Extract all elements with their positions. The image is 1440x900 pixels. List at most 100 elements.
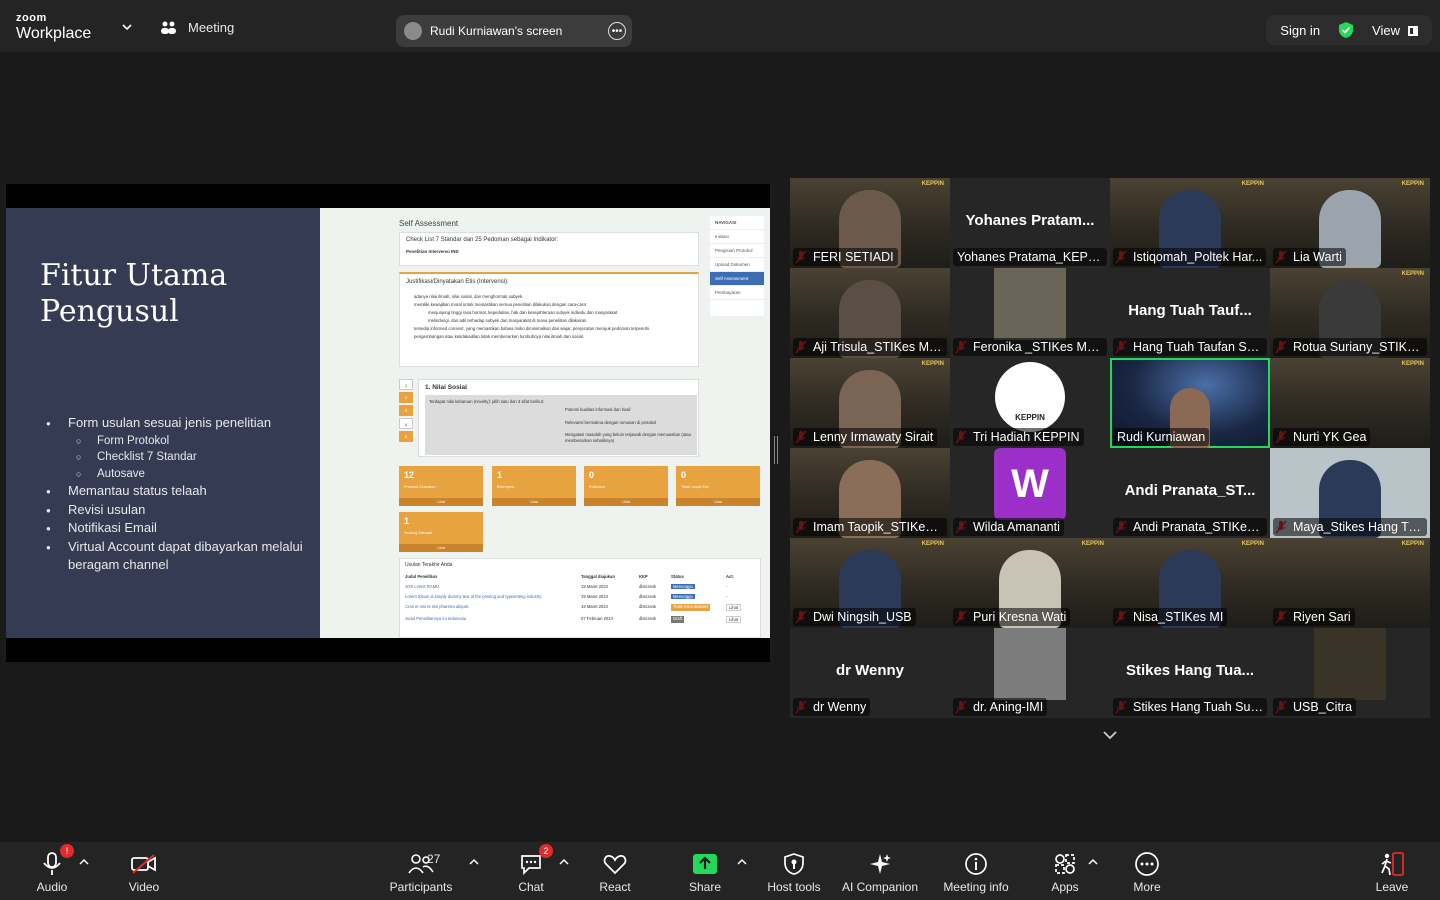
- chevron-down-icon[interactable]: [120, 22, 134, 32]
- apps-button[interactable]: Apps: [1020, 850, 1110, 894]
- participant-tile[interactable]: dr. Aning-IMI: [950, 628, 1110, 718]
- participant-tile[interactable]: dr Wenny dr Wenny: [790, 628, 950, 718]
- chevron-up-icon[interactable]: [737, 858, 747, 866]
- table-cell[interactable]: Lorem Ipsum is simply dummy text of the …: [405, 594, 581, 599]
- bullet: Virtual Account dapat dibayarkan melalui…: [46, 538, 316, 575]
- participant-tile-active-speaker[interactable]: Rudi Kurniawan: [1110, 358, 1270, 448]
- participant-name: Aji Trisula_STIKes Me...: [793, 338, 947, 356]
- participant-name: Yohanes Pratama_KEPPIN: [953, 248, 1107, 266]
- stat-value: 0: [681, 470, 687, 480]
- participant-tile[interactable]: KEPPIN Rotua Suriany_STIKes...: [1270, 268, 1430, 358]
- participant-tile[interactable]: Maya_Stikes Hang Tu...: [1270, 448, 1430, 538]
- step[interactable]: 1: [399, 379, 413, 390]
- chevron-up-icon[interactable]: [469, 858, 479, 866]
- radio-option[interactable]: Relevansi bermakna dengan rumusan di pro…: [565, 416, 693, 429]
- stat-link[interactable]: Lihat: [676, 498, 760, 506]
- step[interactable]: 5: [399, 431, 413, 442]
- participant-tile[interactable]: W Wilda Amananti: [950, 448, 1110, 538]
- shared-screen[interactable]: Fitur Utama Pengusul Form usulan sesuai …: [6, 184, 770, 662]
- table-cell[interactable]: Judul Penelitiannya ini Indonesia: [405, 616, 581, 623]
- participant-tile[interactable]: KEPPIN Nisa_STIKes MI: [1110, 538, 1270, 628]
- participant-tile[interactable]: Feronika _STIKes Me...: [950, 268, 1110, 358]
- sign-in-button[interactable]: Sign in: [1280, 23, 1320, 38]
- participant-tile[interactable]: Imam Taopik_STIKes ...: [790, 448, 950, 538]
- table-cell[interactable]: JOS LANG RAMU: [405, 584, 581, 589]
- stat-label: Fullboard: [589, 485, 605, 489]
- sub-bullet: Autosave: [46, 466, 316, 483]
- more-options-icon[interactable]: •••: [608, 22, 626, 40]
- view-button[interactable]: Lihat: [726, 604, 742, 611]
- chevron-up-icon[interactable]: [1088, 858, 1098, 866]
- nav-item-self-assessment[interactable]: Self Assessment: [710, 272, 764, 286]
- chat-button[interactable]: 2 Chat: [486, 844, 576, 894]
- stat-link[interactable]: Lihat: [584, 498, 668, 506]
- stat-tile[interactable]: 1 Exempted Lihat: [492, 466, 576, 506]
- meeting-info-button[interactable]: Meeting info: [931, 850, 1021, 894]
- stat-tile[interactable]: 1 Sedang Ditelaah Lihat: [399, 512, 483, 552]
- nav-item-upload[interactable]: Upload Dokumen: [710, 258, 764, 272]
- step[interactable]: 3: [399, 405, 413, 416]
- slide-title-line1: Fitur Utama: [40, 258, 228, 293]
- participant-tile[interactable]: Yohanes Pratam... Yohanes Pratama_KEPPIN: [950, 178, 1110, 268]
- step[interactable]: 4: [399, 418, 413, 429]
- stat-link[interactable]: Lihat: [399, 544, 483, 552]
- usulan-title: Usulan Terakhir Anda: [405, 562, 453, 568]
- participant-tile[interactable]: KEPPIN Puri Kresna Wati: [950, 538, 1110, 628]
- leave-button[interactable]: Leave: [1347, 850, 1437, 894]
- stat-link[interactable]: Lihat: [492, 498, 576, 506]
- shield-check-icon[interactable]: [1338, 21, 1354, 39]
- nav-item-protokol[interactable]: Pengisian Protokol: [710, 244, 764, 258]
- stat-link[interactable]: Lihat: [399, 498, 483, 506]
- participant-tile[interactable]: Hang Tuah Tauf... Hang Tuah Taufan Su...: [1110, 268, 1270, 358]
- chevron-down-icon[interactable]: [1100, 726, 1120, 744]
- participant-tile[interactable]: Stikes Hang Tua... Stikes Hang Tuah Sur.…: [1110, 628, 1270, 718]
- slide-screenshot-panel: Self Assessment Check List 7 Standar dan…: [320, 208, 770, 638]
- stat-tile[interactable]: 0 Tidak Layak Etik Lihat: [676, 466, 760, 506]
- participant-tile[interactable]: KEPPIN Istiqomah_Poltek Har...: [1110, 178, 1270, 268]
- participants-button[interactable]: 27 Participants: [376, 850, 466, 894]
- participant-tile[interactable]: USB_Citra: [1270, 628, 1430, 718]
- step[interactable]: 2: [399, 392, 413, 403]
- video-button[interactable]: Video: [99, 850, 189, 894]
- radio-option[interactable]: Potensi kualitas informasi dan hasil: [565, 403, 693, 416]
- more-button[interactable]: More: [1102, 850, 1192, 894]
- bullet: Memantau status telaah: [46, 482, 316, 501]
- participant-tile[interactable]: Aji Trisula_STIKes Me...: [790, 268, 950, 358]
- nav-title: NAVIGASI: [710, 216, 764, 230]
- participant-tile[interactable]: KEPPIN FERI SETIADI: [790, 178, 950, 268]
- share-button[interactable]: Share: [660, 850, 750, 894]
- audio-button[interactable]: ! Audio: [7, 844, 97, 894]
- participant-tile[interactable]: KEPPIN Riyen Sari: [1270, 538, 1430, 628]
- view-button[interactable]: Lihat: [726, 616, 742, 623]
- nav-item-inisiasi[interactable]: Inisiasi: [710, 230, 764, 244]
- table-cell[interactable]: Cras et nisi et nisi pharetra aliquet.: [405, 604, 581, 611]
- react-button[interactable]: React: [570, 850, 660, 894]
- participant-tile[interactable]: KEPPIN Lenny Irmawaty Sirait: [790, 358, 950, 448]
- participant-tile[interactable]: KEPPIN Dwi Ningsih_USB: [790, 538, 950, 628]
- chevron-up-icon[interactable]: [559, 858, 569, 866]
- participant-tile[interactable]: Andi Pranata_ST... Andi Pranata_STIKes .…: [1110, 448, 1270, 538]
- nilai-options: Potensi kualitas informasi dan hasil Rel…: [565, 403, 693, 444]
- ai-companion-button[interactable]: AI Companion: [835, 850, 925, 894]
- stat-tile[interactable]: 0 Fullboard Lihat: [584, 466, 668, 506]
- nav-item-pembayaran[interactable]: Pembayaran: [710, 286, 764, 300]
- participant-name: Dwi Ningsih_USB: [793, 608, 916, 626]
- radio-option[interactable]: Mengatasi masalah yang belum terjawab de…: [565, 432, 693, 444]
- status-badge: Draft: [671, 616, 685, 623]
- chevron-up-icon[interactable]: [79, 858, 89, 866]
- stat-value: 0: [589, 470, 595, 480]
- participant-tile[interactable]: KEPPIN Tri Hadiah KEPPIN: [950, 358, 1110, 448]
- stat-label: Sedang Ditelaah: [404, 531, 433, 535]
- meeting-button[interactable]: Meeting: [160, 20, 234, 35]
- stat-value: 1: [404, 516, 410, 526]
- host-tools-button[interactable]: Host tools: [749, 850, 839, 894]
- participants-icon: 27: [407, 850, 440, 878]
- participant-name: Andi Pranata_STIKes ...: [1113, 518, 1267, 536]
- participant-video: [994, 268, 1066, 340]
- participant-tile[interactable]: KEPPIN Lia Warti: [1270, 178, 1430, 268]
- view-button[interactable]: View: [1372, 23, 1418, 38]
- stat-tile[interactable]: 12 Protokol Diusulkan Lihat: [399, 466, 483, 506]
- participant-tile[interactable]: KEPPIN Nurti YK Gea: [1270, 358, 1430, 448]
- split-resize-handle[interactable]: [774, 436, 778, 464]
- screen-share-title-pill[interactable]: Rudi Kurniawan's screen •••: [396, 15, 632, 47]
